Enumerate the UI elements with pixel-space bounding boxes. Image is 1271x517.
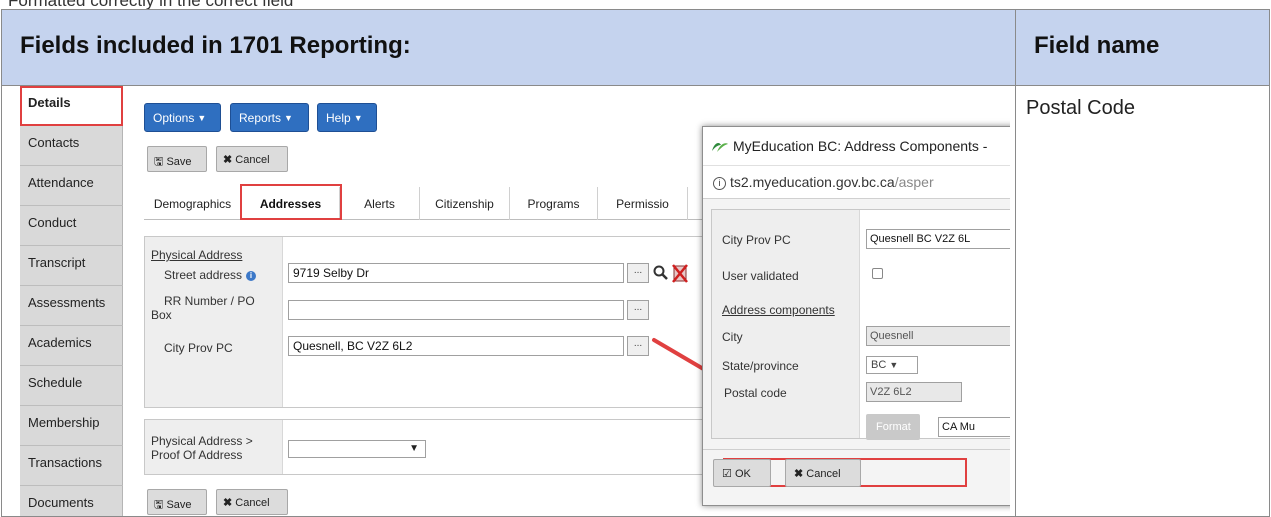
- nav-item-academics[interactable]: Academics: [20, 326, 123, 366]
- format-field[interactable]: CA Mu: [938, 417, 1010, 437]
- proof-label-1: Physical Address >: [151, 434, 253, 448]
- doc-table-header: Fields included in 1701 Reporting: Field…: [2, 10, 1269, 86]
- options-button[interactable]: Options ▼: [144, 103, 221, 132]
- format-button[interactable]: Format: [866, 414, 920, 440]
- nav-item-documents[interactable]: Documents: [20, 486, 123, 516]
- popup-cancel-button[interactable]: ✖ Cancel: [785, 459, 861, 487]
- state-value: BC: [871, 359, 887, 371]
- address-components-popup: MyEducation BC: Address Components - i ts…: [702, 126, 1010, 506]
- user-validated-label: User validated: [722, 269, 799, 283]
- street-address-label: Street address i: [164, 268, 257, 282]
- popup-ok-button[interactable]: ☑ OK: [713, 459, 771, 487]
- rr-number-label-1: RR Number / PO: [164, 294, 255, 308]
- nav-item-membership[interactable]: Membership: [20, 406, 123, 446]
- dropdown-arrow-icon: ▼: [409, 443, 419, 454]
- help-button[interactable]: Help ▼: [317, 103, 377, 132]
- reports-label: Reports: [239, 111, 282, 125]
- footer-divider: [703, 449, 1010, 450]
- save-label: Save: [166, 156, 192, 168]
- header-title: Fields included in 1701 Reporting:: [20, 32, 411, 59]
- info-icon[interactable]: i: [246, 271, 257, 281]
- url-path: /asper: [894, 174, 934, 190]
- delete-address-icon[interactable]: [672, 263, 688, 283]
- rr-number-label-2: Box: [151, 308, 172, 322]
- city-prov-pc-label: City Prov PC: [164, 341, 233, 355]
- rr-number-input[interactable]: [288, 300, 624, 320]
- cancel-button-top[interactable]: ✖ Cancel: [216, 146, 288, 172]
- label-column: [145, 237, 283, 407]
- help-label: Help: [326, 111, 351, 125]
- cancel-label: Cancel: [235, 497, 270, 509]
- nav-item-transcript[interactable]: Transcript: [20, 246, 123, 286]
- nav-item-assessments[interactable]: Assessments: [20, 286, 123, 326]
- field-name-value: Postal Code: [1026, 97, 1135, 119]
- header-field-name: Field name: [1034, 32, 1160, 59]
- nav-item-transactions[interactable]: Transactions: [20, 446, 123, 486]
- postal-code-label: Postal code: [724, 386, 787, 400]
- state-province-select[interactable]: BC ▼: [866, 356, 918, 374]
- tab-alerts[interactable]: Alerts: [340, 187, 420, 220]
- street-address-label-text: Street address: [164, 268, 243, 282]
- ok-label: OK: [734, 468, 751, 480]
- nav-item-schedule[interactable]: Schedule: [20, 366, 123, 406]
- city-field: Quesnell: [866, 326, 1010, 346]
- city-prov-pc-input[interactable]: Quesnell, BC V2Z 6L2: [288, 336, 624, 356]
- city-prov-pc-label: City Prov PC: [722, 233, 791, 247]
- city-prov-pc-lookup-button[interactable]: ...: [627, 336, 649, 356]
- cancel-label: Cancel: [806, 468, 841, 480]
- state-province-label: State/province: [722, 359, 799, 373]
- caret-down-icon: ▼: [197, 113, 207, 123]
- column-divider: [1015, 10, 1016, 516]
- info-circle-icon: i: [713, 177, 726, 190]
- myeducation-logo-icon: [711, 139, 729, 153]
- floppy-disk-icon: 🖫: [154, 156, 164, 168]
- url-host: ts2.myeducation.gov.bc.ca: [730, 174, 895, 190]
- tab-permissions[interactable]: Permissio: [598, 187, 688, 220]
- cancel-label: Cancel: [235, 154, 270, 166]
- proof-label-2: Proof Of Address: [151, 448, 243, 462]
- rr-number-lookup-button[interactable]: ...: [627, 300, 649, 320]
- cancel-button-bottom[interactable]: ✖ Cancel: [216, 489, 288, 515]
- save-button-bottom[interactable]: 🖫 Save: [147, 489, 207, 515]
- options-label: Options: [153, 111, 195, 125]
- user-validated-checkbox[interactable]: [872, 268, 883, 279]
- x-icon: ✖: [223, 497, 233, 509]
- postal-code-field: V2Z 6L2: [866, 382, 962, 402]
- proof-of-address-select[interactable]: ▼: [288, 440, 426, 458]
- check-box-icon: ☑: [722, 468, 732, 480]
- physical-address-heading: Physical Address: [151, 248, 243, 262]
- address-components-heading: Address components: [722, 303, 835, 317]
- floppy-disk-icon: 🖫: [154, 499, 164, 511]
- nav-item-conduct[interactable]: Conduct: [20, 206, 123, 246]
- nav-item-details[interactable]: Details: [20, 86, 123, 126]
- side-nav: Details Contacts Attendance Conduct Tran…: [20, 86, 123, 516]
- save-label: Save: [166, 499, 192, 511]
- x-icon: ✖: [794, 468, 804, 480]
- popup-address-bar[interactable]: i ts2.myeducation.gov.bc.ca/asper: [703, 165, 1010, 199]
- popup-title: MyEducation BC: Address Components -: [703, 127, 1010, 165]
- caret-down-icon: ▼: [353, 113, 363, 123]
- physical-address-form: Physical Address Street address i 9719 Se…: [144, 236, 704, 408]
- addresses-tab-highlight: [240, 184, 342, 220]
- x-icon: ✖: [223, 154, 233, 166]
- nav-item-attendance[interactable]: Attendance: [20, 166, 123, 206]
- address-components-panel: City Prov PC Quesnell BC V2Z 6L User val…: [711, 209, 1010, 440]
- street-address-lookup-button[interactable]: ...: [627, 263, 649, 283]
- nav-item-contacts[interactable]: Contacts: [20, 126, 123, 166]
- magnifier-icon[interactable]: [653, 264, 669, 282]
- city-label: City: [722, 330, 743, 344]
- tab-programs[interactable]: Programs: [510, 187, 598, 220]
- tab-citizenship[interactable]: Citizenship: [420, 187, 510, 220]
- dropdown-arrow-icon: ▼: [889, 360, 899, 370]
- screenshot-panel: Details Contacts Attendance Conduct Tran…: [20, 86, 1010, 516]
- street-address-input[interactable]: 9719 Selby Dr: [288, 263, 624, 283]
- caret-down-icon: ▼: [284, 113, 293, 123]
- proof-of-address-form: Physical Address > Proof Of Address ▼: [144, 419, 704, 475]
- save-button-top[interactable]: 🖫 Save: [147, 146, 207, 172]
- city-prov-pc-field[interactable]: Quesnell BC V2Z 6L: [866, 229, 1010, 249]
- tab-demographics[interactable]: Demographics: [144, 187, 242, 220]
- reports-button[interactable]: Reports ▼: [230, 103, 309, 132]
